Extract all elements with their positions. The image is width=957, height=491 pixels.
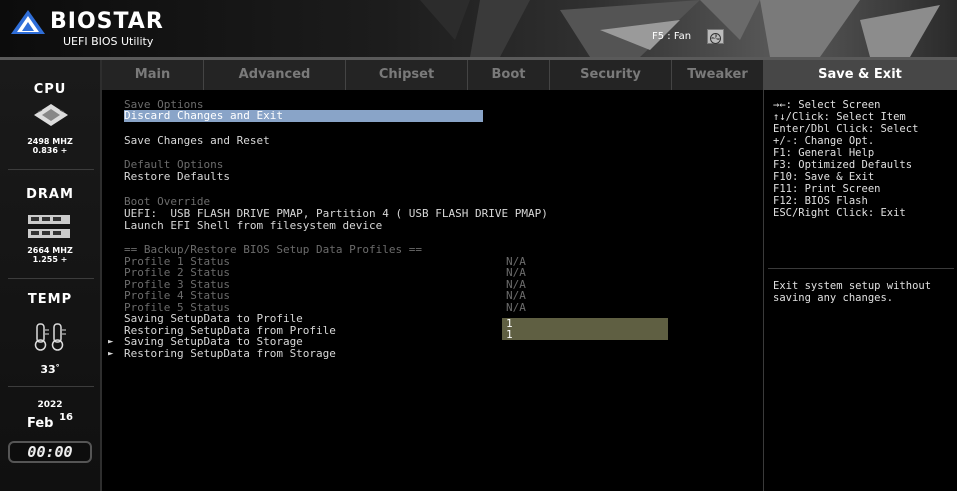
fan-hotkey-label[interactable]: F5 : Fan: [652, 31, 691, 42]
system-status-sidebar: CPU 2498 MHZ 0.836 + DRAM 2664 MHZ 1.255…: [0, 60, 102, 491]
profile-status-value: N/A: [506, 301, 526, 314]
help-key-line: ↑↓/Click: Select Item: [773, 111, 906, 123]
help-key-line: +/-: Change Opt.: [773, 135, 875, 147]
biostar-logo-icon: [11, 10, 45, 34]
help-key-line: →←: Select Screen: [773, 99, 881, 111]
date-day-month: Feb 16: [0, 412, 100, 431]
help-panel: →←: Select Screen ↑↓/Click: Select Item …: [763, 90, 957, 491]
date-month: Feb: [27, 416, 54, 431]
temp-title: TEMP: [27, 292, 73, 307]
restoring-profile-select[interactable]: 1: [502, 329, 668, 340]
dram-stick-icon: [28, 215, 70, 238]
submenu-arrow-icon: ►: [108, 337, 114, 347]
temperature-value: 33: [40, 363, 56, 376]
clock-display: 00:00: [8, 441, 92, 463]
thermometer-icon: [34, 323, 66, 351]
sidebar-divider: [8, 278, 94, 279]
discard-changes-and-exit-item[interactable]: Discard Changes and Exit: [124, 110, 483, 122]
dram-frequency: 2664 MHZ: [27, 246, 73, 255]
tab-bar: Main Advanced Chipset Boot Security Twea…: [102, 60, 763, 90]
help-key-line: F11: Print Screen: [773, 183, 881, 195]
cpu-title: CPU: [33, 82, 67, 97]
tab-boot[interactable]: Boot: [468, 60, 550, 90]
cpu-voltage: 0.836 +: [32, 146, 68, 155]
sidebar-divider: [8, 386, 94, 387]
submenu-arrow-icon: ►: [108, 349, 114, 359]
save-changes-and-reset-item[interactable]: Save Changes and Reset: [124, 135, 270, 147]
tab-tweaker[interactable]: Tweaker: [672, 60, 763, 90]
tab-chipset[interactable]: Chipset: [346, 60, 468, 90]
header-bar: BIOSTAR UEFI BIOS Utility F5 : Fan: [0, 0, 957, 57]
date-day: 16: [59, 412, 73, 423]
temperature-unit: °: [55, 363, 60, 372]
restore-defaults-item[interactable]: Restore Defaults: [124, 171, 230, 183]
save-exit-panel: Save Options Discard Changes and Exit Sa…: [102, 90, 763, 491]
sidebar-divider: [8, 169, 94, 170]
help-key-line: ESC/Right Click: Exit: [773, 207, 906, 219]
restoring-setupdata-from-storage-item[interactable]: Restoring SetupData from Storage: [124, 348, 336, 360]
item-description: Exit system setup without saving any cha…: [773, 280, 932, 304]
saving-profile-select[interactable]: 1: [502, 318, 668, 329]
brand-name: BIOSTAR: [50, 9, 164, 34]
bios-utility-subtitle: UEFI BIOS Utility: [63, 35, 154, 48]
help-divider: [768, 268, 954, 269]
tab-security[interactable]: Security: [550, 60, 672, 90]
cpu-chip-icon: [34, 104, 68, 126]
tab-save-exit[interactable]: Save & Exit: [763, 60, 957, 90]
help-key-line: F1: General Help: [773, 147, 875, 159]
dram-voltage: 1.255 +: [32, 255, 68, 264]
date-year: 2022: [37, 400, 63, 410]
launch-efi-shell-item[interactable]: Launch EFI Shell from filesystem device: [124, 220, 382, 232]
help-key-line: F10: Save & Exit: [773, 171, 875, 183]
help-key-line: Enter/Dbl Click: Select: [773, 123, 919, 135]
temperature-readout: 33°: [0, 363, 100, 376]
fan-icon[interactable]: [707, 29, 724, 44]
help-key-line: F3: Optimized Defaults: [773, 159, 913, 171]
tab-main[interactable]: Main: [102, 60, 204, 90]
tab-advanced[interactable]: Advanced: [204, 60, 346, 90]
cpu-frequency: 2498 MHZ: [27, 137, 73, 146]
dram-title: DRAM: [26, 187, 74, 202]
help-key-line: F12: BIOS Flash: [773, 195, 868, 207]
